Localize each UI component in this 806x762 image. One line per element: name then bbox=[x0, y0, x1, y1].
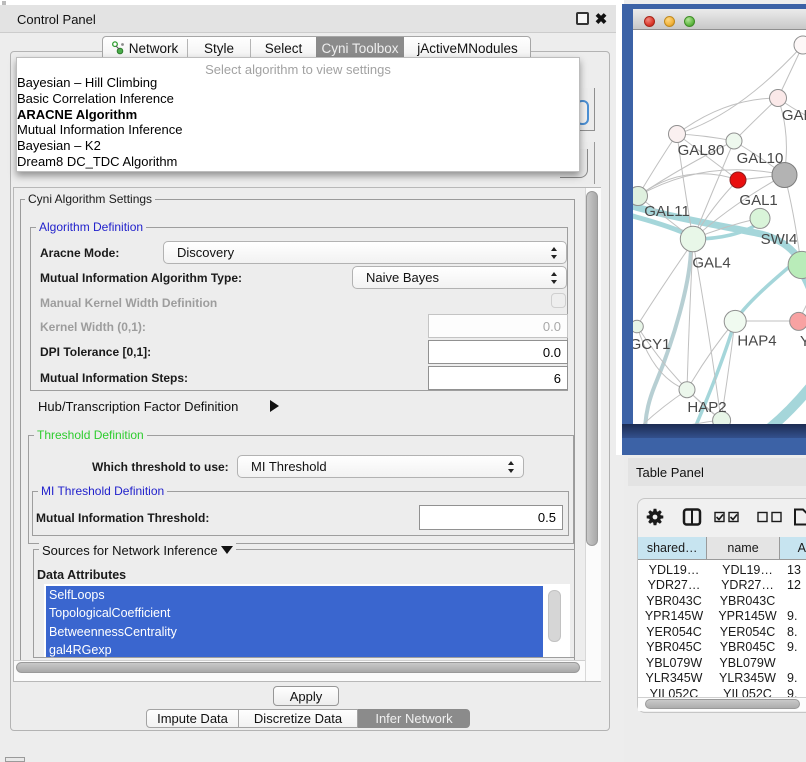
svg-text:GAL7: GAL7 bbox=[782, 107, 806, 124]
svg-text:GAL4: GAL4 bbox=[692, 255, 730, 272]
svg-text:SWI4: SWI4 bbox=[761, 231, 798, 248]
svg-text:HAP2: HAP2 bbox=[687, 399, 726, 416]
svg-text:GAL11: GAL11 bbox=[644, 203, 690, 220]
svg-text:HAP4: HAP4 bbox=[737, 333, 776, 350]
svg-text:GCY1: GCY1 bbox=[633, 336, 670, 353]
svg-text:YJL: YJL bbox=[800, 333, 806, 350]
svg-text:GAL10: GAL10 bbox=[737, 150, 784, 167]
svg-text:GAL80: GAL80 bbox=[678, 142, 725, 159]
svg-text:GAL1: GAL1 bbox=[739, 192, 777, 209]
